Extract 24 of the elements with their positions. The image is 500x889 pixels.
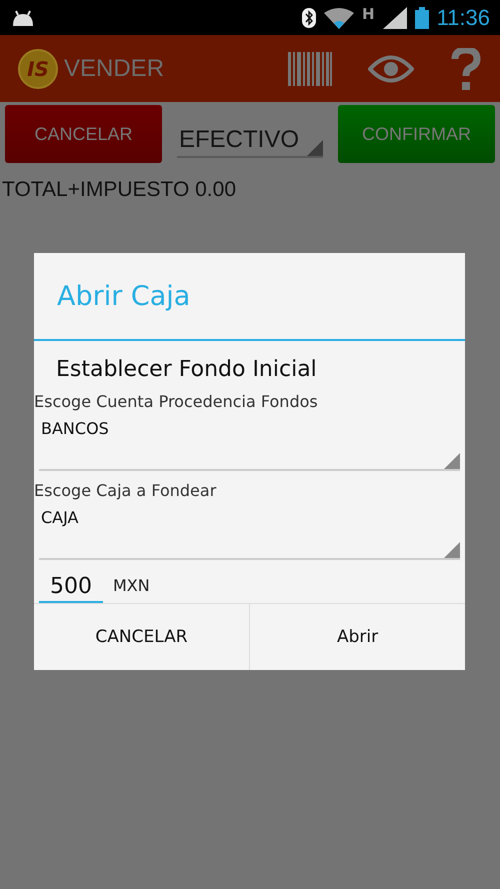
wifi-icon [324,6,354,28]
dialog-title: Abrir Caja [34,253,465,341]
app-title: VENDER [64,54,164,82]
account-dropdown[interactable]: CAJA [39,500,460,560]
app-logo: IS [18,48,58,88]
clock: 11:36 [436,4,490,30]
field-label: Escoge Caja a Fondear [34,480,218,500]
battery-icon [414,6,429,28]
signal-icon [382,6,407,28]
barcode-icon[interactable] [288,52,332,86]
android-icon [10,8,36,26]
eye-icon[interactable] [368,54,414,84]
dialog-heading: Establecer Fondo Inicial [55,356,318,382]
help-icon[interactable] [450,48,482,90]
account-dropdown[interactable]: BANCOS [39,411,460,471]
payment-dropdown[interactable]: EFECTIVO [177,118,323,158]
dialog-button[interactable]: Abrir [249,604,465,670]
dialog-button[interactable]: CANCELAR [34,604,249,670]
bluetooth-icon [302,8,316,28]
total-label: TOTAL+IMPUESTO 0.00 [1,177,238,202]
currency-label: MXN [113,576,150,597]
field-label: Escoge Cuenta Procedencia Fondos [34,391,319,411]
network-type-label: H [362,5,375,23]
amount-field[interactable]: 500 [39,574,103,603]
